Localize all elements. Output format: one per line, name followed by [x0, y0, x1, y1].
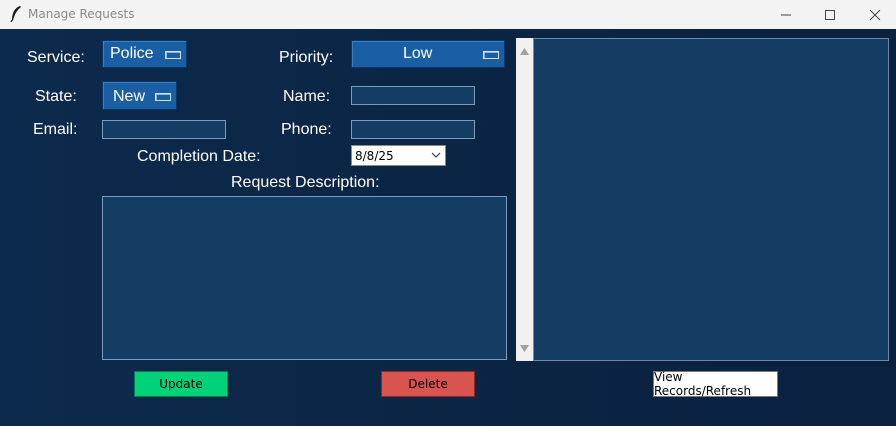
menu-indicator-icon [483, 51, 499, 59]
chevron-down-icon[interactable] [431, 149, 441, 163]
completion-date-picker[interactable]: 8/8/25 [351, 145, 446, 166]
records-scrollbar[interactable] [516, 38, 533, 361]
maximize-icon [825, 9, 835, 20]
request-description-label: Request Description: [231, 174, 380, 191]
email-field[interactable] [102, 120, 226, 139]
request-description-textarea[interactable] [102, 196, 507, 360]
close-icon [869, 9, 881, 20]
menu-indicator-icon [165, 51, 181, 59]
view-records-refresh-button[interactable]: View Records/Refresh [653, 370, 778, 398]
feather-icon [8, 5, 24, 23]
email-label: Email: [33, 121, 78, 138]
state-label: State: [35, 88, 77, 105]
state-dropdown[interactable]: New [102, 81, 177, 110]
title-bar: Manage Requests [0, 0, 896, 29]
completion-date-value: 8/8/25 [355, 149, 394, 163]
scroll-down-icon[interactable] [520, 339, 529, 357]
maximize-button[interactable] [810, 0, 850, 29]
completion-date-label: Completion Date: [137, 148, 261, 165]
phone-label: Phone: [281, 121, 332, 138]
state-value: New [113, 88, 146, 105]
delete-button[interactable]: Delete [381, 371, 475, 397]
window-title: Manage Requests [28, 7, 135, 21]
close-button[interactable] [855, 0, 895, 29]
records-listbox[interactable] [533, 38, 889, 361]
service-value: Police [110, 45, 154, 62]
priority-label: Priority: [279, 49, 334, 66]
priority-dropdown[interactable]: Low [351, 40, 505, 68]
name-label: Name: [283, 88, 331, 105]
priority-value: Low [403, 45, 433, 62]
service-label: Service: [27, 49, 85, 66]
minimize-icon [781, 14, 791, 15]
update-button[interactable]: Update [134, 371, 228, 397]
phone-field[interactable] [351, 120, 475, 139]
minimize-button[interactable] [766, 0, 806, 29]
name-field[interactable] [351, 86, 475, 105]
menu-indicator-icon [155, 93, 171, 101]
scroll-up-icon[interactable] [520, 42, 529, 60]
service-dropdown[interactable]: Police [102, 40, 187, 68]
